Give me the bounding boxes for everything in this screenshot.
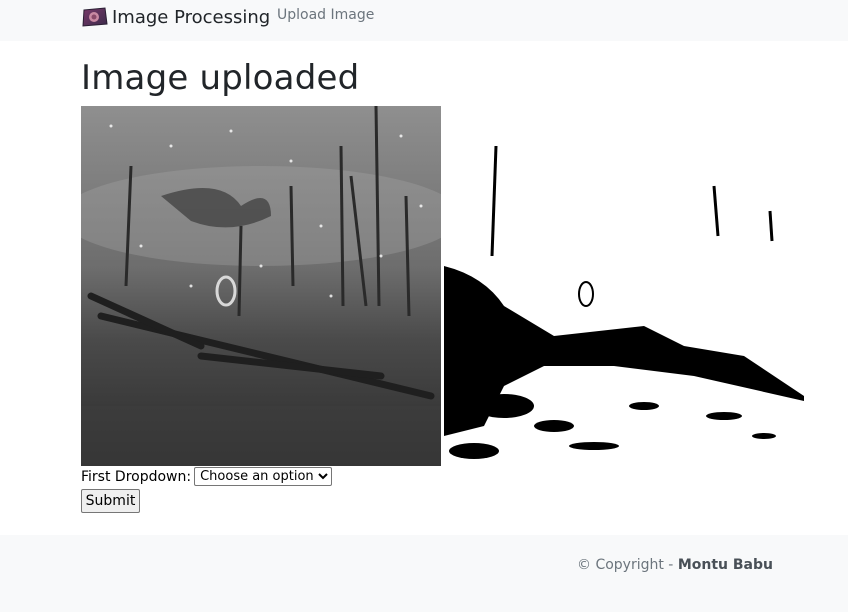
processed-image: [444, 106, 804, 466]
brand-title: Image Processing: [112, 6, 271, 28]
first-dropdown-select[interactable]: Choose an option: [194, 467, 333, 486]
footer: © Copyright - Montu Babu: [0, 535, 848, 612]
original-image: [81, 106, 441, 466]
first-dropdown-label: First Dropdown:: [81, 468, 192, 485]
app-logo-icon: [82, 7, 108, 27]
brand[interactable]: Image Processing: [81, 5, 270, 29]
first-dropdown-row: First Dropdown: Choose an option: [81, 467, 333, 486]
page-title: Image uploaded: [81, 58, 360, 98]
navbar: Image Processing Upload Image: [0, 0, 848, 41]
nav-link-upload-image[interactable]: Upload Image: [277, 7, 374, 23]
footer-copyright: © Copyright - Montu Babu: [577, 557, 773, 573]
copyright-prefix: © Copyright -: [577, 557, 674, 573]
copyright-author: Montu Babu: [677, 557, 773, 573]
submit-button[interactable]: Submit: [81, 489, 140, 513]
